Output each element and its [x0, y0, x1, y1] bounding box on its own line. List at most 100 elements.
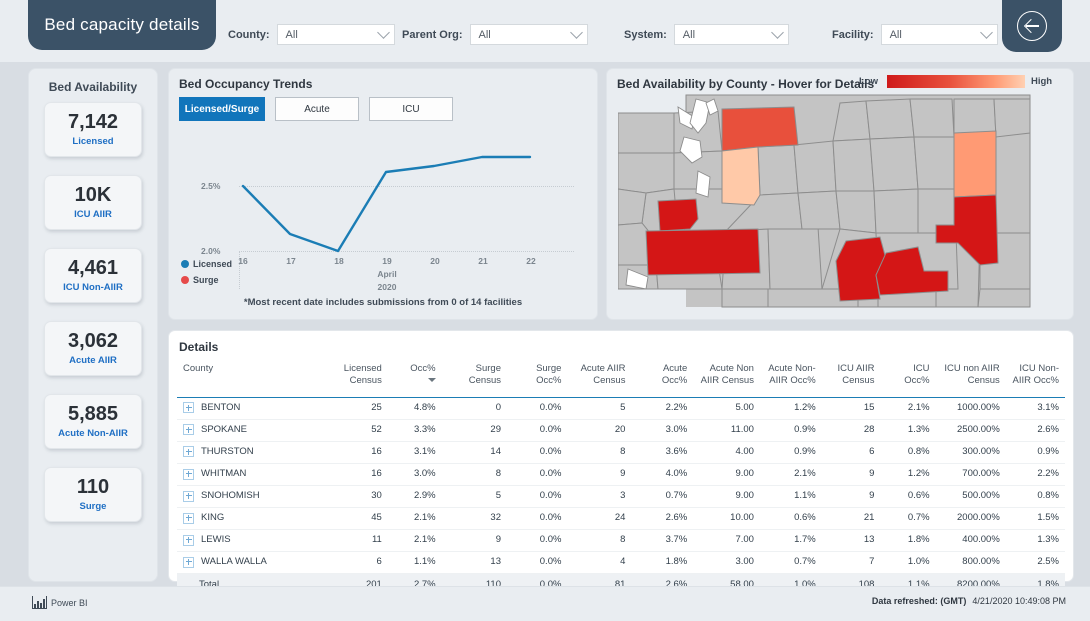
cell-icu-non-aiir-occ: 2.6%	[1005, 419, 1065, 442]
details-table[interactable]: County Licensed Census Occ% Surge Census…	[177, 359, 1065, 598]
cell-surge-census: 13	[441, 551, 507, 575]
col-header-icu-non-aiir-occ[interactable]: ICU Non-AIIR Occ%	[1005, 359, 1065, 398]
expand-plus-icon[interactable]	[183, 490, 194, 502]
power-bi-brand[interactable]: Power BI	[32, 596, 88, 609]
cell-occ: 3.0%	[387, 463, 442, 486]
kpi-card-licensed[interactable]: 7,142 Licensed	[44, 102, 142, 157]
tab-icu[interactable]: ICU	[369, 97, 453, 121]
kpi-card-acute-aiir[interactable]: 3,062 Acute AIIR	[44, 321, 142, 376]
cell-icu-aiir-census: 7	[821, 551, 881, 575]
map-legend-gradient	[887, 75, 1025, 88]
cell-county: SPOKANE	[177, 419, 324, 442]
slicer-facility-dropdown[interactable]: All	[880, 24, 998, 45]
expand-plus-icon[interactable]	[183, 512, 194, 524]
table-row[interactable]: WHITMAN 16 3.0% 8 0.0% 9 4.0% 9.00 2.1% 9 1.2% 700.…	[177, 463, 1065, 486]
cell-acute-occ: 1.8%	[631, 551, 694, 575]
slicer-county-dropdown[interactable]: All	[276, 24, 395, 45]
kpi-label: Acute Non-AIIR	[58, 428, 128, 439]
back-button[interactable]	[1002, 0, 1062, 52]
legend-label: Surge	[193, 275, 219, 285]
kpi-card-surge[interactable]: 110 Surge	[44, 467, 142, 522]
col-header-acute-non-aiir-occ[interactable]: Acute Non-AIIR Occ%	[759, 359, 822, 398]
legend-item-surge[interactable]: Surge	[181, 275, 232, 285]
legend-dot-icon	[181, 276, 189, 284]
table-row[interactable]: SPOKANE 52 3.3% 29 0.0% 20 3.0% 11.00 0.9% 28 1.3%…	[177, 419, 1065, 442]
col-header-acute-occ[interactable]: Acute Occ%	[631, 359, 694, 398]
cell-surge-census: 9	[441, 529, 507, 552]
county-choropleth-map[interactable]	[618, 93, 1062, 309]
county-name: LEWIS	[201, 533, 231, 545]
cell-icu-non-aiir-census: 500.00%	[935, 485, 1006, 508]
cell-acute-non-aiir-occ: 1.7%	[759, 529, 822, 552]
col-header-occ-label: Occ%	[410, 363, 436, 374]
cell-icu-occ: 1.3%	[880, 419, 936, 442]
expand-plus-icon[interactable]	[183, 534, 194, 546]
slicer-system[interactable]: System: All	[624, 24, 789, 45]
expand-plus-icon[interactable]	[183, 556, 194, 568]
slicer-facility[interactable]: Facility: All	[832, 24, 998, 45]
cell-acute-occ: 0.7%	[631, 485, 694, 508]
col-header-licensed-census[interactable]: Licensed Census	[323, 359, 388, 398]
table-row[interactable]: SNOHOMISH 30 2.9% 5 0.0% 3 0.7% 9.00 1.1% 9 0.6% 50…	[177, 485, 1065, 508]
cell-icu-non-aiir-census: 2500.00%	[935, 419, 1006, 442]
cell-licensed-census: 11	[323, 529, 388, 552]
slicer-system-dropdown[interactable]: All	[673, 24, 789, 45]
kpi-card-acute-non-aiir[interactable]: 5,885 Acute Non-AIIR	[44, 394, 142, 449]
col-header-surge-census[interactable]: Surge Census	[441, 359, 507, 398]
slicer-parent-org[interactable]: Parent Org: All	[402, 24, 588, 45]
table-row[interactable]: WALLA WALLA 6 1.1% 13 0.0% 4 1.8% 3.00 0.7% 7 1.0%…	[177, 551, 1065, 575]
col-header-icu-non-aiir-census[interactable]: ICU non AIIR Census	[935, 359, 1006, 398]
table-row[interactable]: KING 45 2.1% 32 0.0% 24 2.6% 10.00 0.6% 21 0.7% 200…	[177, 507, 1065, 530]
dashboard-canvas: Bed capacity details County: All Parent …	[0, 0, 1090, 621]
map-svg	[618, 94, 1031, 308]
chevron-down-icon	[569, 26, 583, 39]
col-header-icu-occ[interactable]: ICU Occ%	[880, 359, 936, 398]
details-panel: Details County Licensed Census Occ% Surg…	[168, 330, 1074, 598]
county-name: SNOHOMISH	[201, 489, 260, 501]
page-title-text: Bed capacity details	[44, 15, 200, 34]
cell-surge-occ: 0.0%	[506, 485, 568, 508]
footer-bar: Power BI Data refreshed: (GMT) 4/21/2020…	[0, 586, 1090, 621]
col-header-occ[interactable]: Occ%	[387, 359, 442, 398]
kpi-card-icu-non-aiir[interactable]: 4,461 ICU Non-AIIR	[44, 248, 142, 303]
cell-licensed-census: 6	[323, 551, 388, 575]
chart-legend: Licensed Surge	[181, 259, 232, 291]
kpi-card-icu-aiir[interactable]: 10K ICU AIIR	[44, 175, 142, 230]
cell-acute-non-aiir-occ: 0.9%	[759, 419, 822, 442]
sort-descending-icon	[427, 377, 436, 382]
expand-plus-icon[interactable]	[183, 402, 194, 414]
col-header-surge-occ[interactable]: Surge Occ%	[506, 359, 568, 398]
col-header-acute-non-aiir-census[interactable]: Acute Non AIIR Census	[693, 359, 760, 398]
legend-dot-icon	[181, 260, 189, 268]
table-row[interactable]: THURSTON 16 3.1% 14 0.0% 8 3.6% 4.00 0.9% 6 0.8% 30…	[177, 441, 1065, 464]
slicer-parent-org-dropdown[interactable]: All	[469, 24, 588, 45]
slicer-county[interactable]: County: All	[228, 24, 395, 45]
cell-icu-aiir-census: 13	[821, 529, 881, 552]
table-row[interactable]: LEWIS 11 2.1% 9 0.0% 8 3.7% 7.00 1.7% 13 1.8% 400.0…	[177, 529, 1065, 552]
cell-occ: 3.1%	[387, 441, 442, 464]
legend-item-licensed[interactable]: Licensed	[181, 259, 232, 269]
expand-plus-icon[interactable]	[183, 468, 194, 480]
table-row[interactable]: BENTON 25 4.8% 0 0.0% 5 2.2% 5.00 1.2% 15 2.1% 1000…	[177, 397, 1065, 420]
tab-acute[interactable]: Acute	[275, 97, 359, 121]
tab-licensed-surge[interactable]: Licensed/Surge	[179, 97, 265, 121]
cell-icu-occ: 1.8%	[880, 529, 936, 552]
occupancy-line-chart[interactable]: 2.5% 2.0% 16 17 18 19 20 21 22 April 202…	[177, 129, 587, 292]
expand-plus-icon[interactable]	[183, 424, 194, 436]
cell-icu-aiir-census: 9	[821, 485, 881, 508]
cell-surge-occ: 0.0%	[506, 419, 568, 442]
chevron-down-icon	[376, 26, 390, 39]
cell-icu-non-aiir-occ: 1.5%	[1005, 507, 1065, 530]
power-bi-label: Power BI	[51, 597, 88, 608]
x-tick-18: 18	[334, 256, 344, 266]
cell-occ: 2.1%	[387, 507, 442, 530]
col-header-icu-aiir-census[interactable]: ICU AIIR Census	[821, 359, 881, 398]
col-header-acute-aiir-census[interactable]: Acute AIIR Census	[567, 359, 632, 398]
cell-acute-occ: 3.0%	[631, 419, 694, 442]
col-header-county[interactable]: County	[177, 359, 324, 398]
cell-acute-aiir-census: 20	[567, 419, 632, 442]
cell-surge-occ: 0.0%	[506, 397, 568, 420]
county-name: WALLA WALLA	[201, 555, 267, 567]
expand-plus-icon[interactable]	[183, 446, 194, 458]
cell-acute-non-aiir-census: 3.00	[693, 551, 760, 575]
